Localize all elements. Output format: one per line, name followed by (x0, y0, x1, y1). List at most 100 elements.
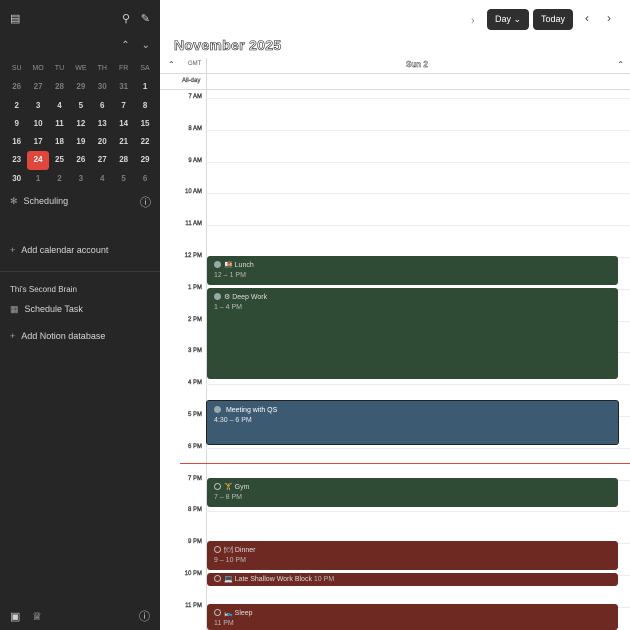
mini-calendar-day[interactable]: 9 (6, 115, 27, 133)
mini-calendar-day[interactable]: 7 (113, 97, 134, 115)
plus-icon: + (10, 245, 16, 255)
day-label[interactable]: Sun 2 (406, 60, 428, 69)
event-title-text: ⚙ Deep Work (224, 294, 268, 301)
calendar-event[interactable]: 🍽 Dinner 9 – 10 PM (207, 541, 618, 570)
mini-calendar-day[interactable]: 16 (6, 133, 27, 151)
help-circle-icon[interactable]: ⓘ (139, 610, 150, 624)
chevron-up-icon[interactable]: ⌃ (121, 40, 129, 51)
weekday-header: TH (97, 65, 107, 72)
checked-circle-icon[interactable] (214, 406, 221, 413)
mini-calendar-day[interactable]: 8 (134, 97, 155, 115)
new-event-icon[interactable]: ✎ (141, 12, 150, 26)
mini-calendar-day[interactable]: 27 (92, 151, 113, 169)
mini-calendar-day[interactable]: 6 (134, 170, 155, 188)
mini-calendar-day[interactable]: 18 (49, 133, 70, 151)
chevron-up-icon[interactable]: ⌃ (168, 60, 175, 69)
calendar-event[interactable]: 🍱 Lunch 12 – 1 PM (207, 256, 618, 285)
add-calendar-label: Add calendar account (21, 245, 109, 255)
scheduling-item[interactable]: ✻ Scheduling (10, 196, 68, 207)
mini-calendar-day[interactable]: 2 (49, 170, 70, 188)
event-title-text: 💻 Late Shallow Work Block (224, 576, 312, 583)
mini-calendar-day[interactable]: 31 (113, 78, 134, 96)
mini-calendar-day[interactable]: 30 (92, 78, 113, 96)
weekday-header: FR (118, 65, 129, 72)
view-label: Day (495, 14, 512, 24)
hour-line (206, 161, 630, 163)
event-title: Meeting with QS (214, 406, 618, 416)
gift-icon[interactable]: ♕ (32, 610, 42, 624)
mini-calendar-day[interactable]: 22 (134, 133, 155, 151)
checked-circle-icon[interactable] (214, 293, 221, 300)
mini-calendar-day[interactable]: 3 (27, 97, 48, 115)
mini-calendar-day[interactable]: 13 (92, 115, 113, 133)
mini-calendar-day[interactable]: 29 (70, 78, 91, 96)
mini-calendar-day[interactable]: 5 (70, 97, 91, 115)
empty-circle-icon[interactable] (214, 609, 221, 616)
sidebar-divider (0, 271, 160, 272)
weekday-header-row: SU MO TU WE TH FR SA (6, 60, 156, 78)
mini-calendar-day[interactable]: 26 (6, 78, 27, 96)
event-title-text: 🍱 Lunch (224, 262, 254, 269)
mini-calendar-day[interactable]: 28 (49, 78, 70, 96)
mini-calendar-day[interactable]: 17 (27, 133, 48, 151)
mini-calendar-day[interactable]: 15 (134, 115, 155, 133)
checked-circle-icon[interactable] (214, 261, 221, 268)
chevron-right-icon[interactable]: › (607, 11, 611, 25)
mini-calendar-week: 16 17 18 19 20 21 22 (6, 133, 156, 151)
mini-calendar-day[interactable]: 25 (49, 151, 70, 169)
inbox-icon[interactable]: ▣ (10, 610, 20, 624)
mini-calendar-day[interactable]: 23 (6, 151, 27, 169)
event-title-text: 🏋 Gym (224, 484, 250, 491)
mini-calendar-day[interactable]: 14 (113, 115, 134, 133)
page-title: November 2025 (174, 37, 282, 54)
mini-calendar-day[interactable]: 20 (92, 133, 113, 151)
empty-circle-icon[interactable] (214, 575, 221, 582)
chevron-left-icon[interactable]: ‹ (585, 11, 589, 25)
hour-label: 8 PM (187, 507, 202, 514)
calendar-event[interactable]: Meeting with QS 4:30 – 6 PM (206, 400, 619, 445)
hour-label: 10 AM (184, 189, 202, 196)
empty-circle-icon[interactable] (214, 546, 221, 553)
calendar-event[interactable]: ⚙ Deep Work 1 – 4 PM (207, 288, 618, 379)
chevron-up-icon[interactable]: ⌃ (617, 60, 624, 69)
mini-calendar-day[interactable]: 1 (27, 170, 48, 188)
help-icon[interactable]: ⓘ (140, 196, 151, 210)
mini-calendar-day[interactable]: 27 (27, 78, 48, 96)
mini-calendar-day[interactable]: 26 (70, 151, 91, 169)
calendar-event[interactable]: 🛌 Sleep 11 PM (207, 604, 618, 630)
mini-calendar-day[interactable]: 12 (70, 115, 91, 133)
mini-calendar-day[interactable]: 2 (6, 97, 27, 115)
event-title-text: Meeting with QS (224, 407, 278, 414)
mini-calendar-day[interactable]: 4 (92, 170, 113, 188)
mini-calendar-week: 23 24 25 26 27 28 29 (6, 151, 156, 170)
mini-calendar-day[interactable]: 6 (92, 97, 113, 115)
hour-label: 7 PM (187, 475, 202, 482)
hour-line (206, 129, 630, 131)
calendar-event[interactable]: 🏋 Gym 7 – 8 PM (207, 478, 618, 507)
mini-calendar-day[interactable]: 19 (70, 133, 91, 151)
event-title-text: 🛌 Sleep (224, 610, 253, 617)
calendar-event[interactable]: 💻 Late Shallow Work Block 10 PM (207, 573, 618, 586)
empty-circle-icon[interactable] (214, 483, 221, 490)
view-dropdown[interactable]: Day ⌄ (487, 9, 530, 30)
schedule-task-item[interactable]: ▦ Schedule Task (10, 304, 83, 315)
today-button[interactable]: Today (533, 9, 574, 30)
mini-calendar-day[interactable]: 28 (113, 151, 134, 169)
mini-calendar-day[interactable]: 29 (134, 151, 155, 169)
mini-calendar-day[interactable]: 3 (70, 170, 91, 188)
mini-calendar-day[interactable]: 1 (134, 78, 155, 96)
mini-calendar-day[interactable]: 5 (113, 170, 134, 188)
all-day-row[interactable]: All-day (160, 74, 630, 90)
mini-calendar-day[interactable]: 21 (113, 133, 134, 151)
chevron-down-icon[interactable]: ⌄ (142, 40, 150, 51)
mini-calendar-day[interactable]: 4 (49, 97, 70, 115)
mini-calendar-day[interactable]: 10 (27, 115, 48, 133)
hour-line (206, 511, 630, 513)
add-calendar-account[interactable]: + Add calendar account (10, 245, 108, 255)
add-notion-database[interactable]: + Add Notion database (10, 331, 105, 341)
search-icon[interactable]: ⚲ (122, 12, 130, 26)
mini-calendar-today[interactable]: 24 (27, 151, 49, 170)
mini-calendar-day[interactable]: 30 (6, 170, 27, 188)
mini-calendar-day[interactable]: 11 (49, 115, 70, 133)
sidebar-toggle-icon[interactable]: ▤ (10, 12, 20, 26)
